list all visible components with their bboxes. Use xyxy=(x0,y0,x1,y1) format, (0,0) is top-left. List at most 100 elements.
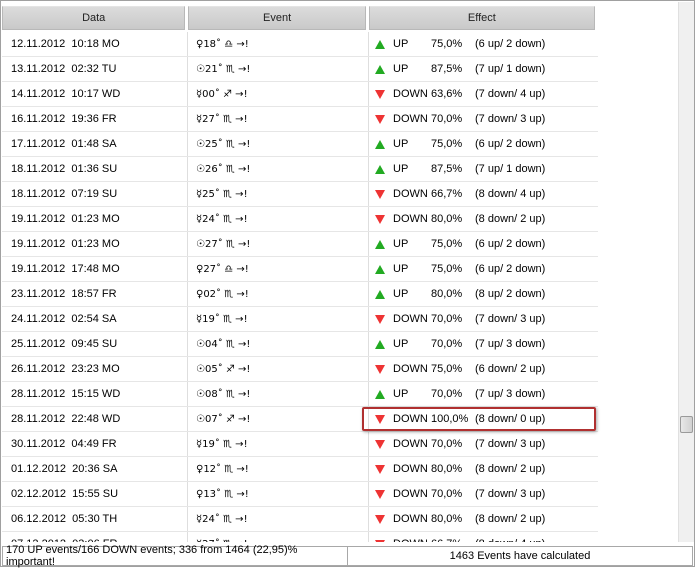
table-row[interactable]: 23.11.2012 18:57 FR ♀02˚ ♏ →! UP 80,0% (8 up… xyxy=(2,282,598,307)
date-cell: 02.12.2012 15:55 SU xyxy=(2,482,188,506)
event-cell: ☿24˚ ♏ →! xyxy=(188,207,369,231)
effect-percent: 66,7% xyxy=(431,188,463,200)
date-cell: 19.11.2012 01:23 MO xyxy=(2,207,188,231)
effect-detail: (6 down/ 2 up) xyxy=(475,363,546,375)
date-cell: 13.11.2012 02:32 TU xyxy=(2,57,188,81)
table-row[interactable]: 14.11.2012 10:17 WD ☿00˚ ♐ →! DOWN 63,6% (7 … xyxy=(2,82,598,107)
effect-cell: DOWN 70,0% (7 down/ 3 up) xyxy=(369,307,598,331)
event-cell: ♀12˚ ♏ →! xyxy=(188,457,369,481)
effect-cell: UP 87,5% (7 up/ 1 down) xyxy=(369,157,598,181)
effect-cell: DOWN 63,6% (7 down/ 4 up) xyxy=(369,82,598,106)
date-cell: 18.11.2012 07:19 SU xyxy=(2,182,188,206)
event-cell: ☿27˚ ♏ →! xyxy=(188,107,369,131)
table-row[interactable]: 18.11.2012 07:19 SU ☿25˚ ♏ →! DOWN 66,7% (8 … xyxy=(2,182,598,207)
arrow-up-icon xyxy=(375,164,385,174)
effect-cell: UP 75,0% (6 up/ 2 down) xyxy=(369,232,598,256)
effect-cell: DOWN 80,0% (8 down/ 2 up) xyxy=(369,457,598,481)
table-row[interactable]: 19.11.2012 01:23 MO ☿24˚ ♏ →! DOWN 80,0% (8 … xyxy=(2,207,598,232)
effect-percent: 80,0% xyxy=(431,513,463,525)
date-cell: 30.11.2012 04:49 FR xyxy=(2,432,188,456)
table-row[interactable]: 30.11.2012 04:49 FR ☿19˚ ♏ →! DOWN 70,0% (7 … xyxy=(2,432,598,457)
table-row[interactable]: 17.11.2012 01:48 SA ☉25˚ ♏ →! UP 75,0% (6 up… xyxy=(2,132,598,157)
effect-cell: UP 75,0% (6 up/ 2 down) xyxy=(369,132,598,156)
effect-percent: 75,0% xyxy=(431,238,463,250)
effect-direction: UP xyxy=(393,163,409,175)
date-cell: 06.12.2012 05:30 TH xyxy=(2,507,188,531)
effect-detail: (7 down/ 3 up) xyxy=(475,438,546,450)
arrow-up-icon xyxy=(375,64,385,74)
table-row[interactable]: 06.12.2012 05:30 TH ☿24˚ ♏ →! DOWN 80,0% (8 … xyxy=(2,507,598,532)
table-row[interactable]: 02.12.2012 15:55 SU ♀13˚ ♏ →! DOWN 70,0% (7 … xyxy=(2,482,598,507)
column-header-data[interactable]: Data xyxy=(2,6,186,30)
table-row[interactable]: 18.11.2012 01:36 SU ☉26˚ ♏ →! UP 87,5% (7 up… xyxy=(2,157,598,182)
effect-direction: UP xyxy=(393,138,409,150)
arrow-down-icon xyxy=(375,539,385,542)
effect-direction: UP xyxy=(393,388,409,400)
effect-detail: (8 down/ 4 up) xyxy=(475,538,545,542)
arrow-down-icon xyxy=(375,489,385,499)
arrow-up-icon xyxy=(375,289,385,299)
effect-cell: DOWN66,7%(8 down/ 4 up) xyxy=(369,532,598,542)
event-cell: ☉04˚ ♏ →! xyxy=(188,332,369,356)
effect-percent: 80,0% xyxy=(431,213,463,225)
effect-direction: DOWN xyxy=(393,113,428,125)
effect-detail: (7 down/ 3 up) xyxy=(475,113,546,125)
effect-cell: UP 70,0% (7 up/ 3 down) xyxy=(369,382,598,406)
effect-cell: DOWN 70,0% (7 down/ 3 up) xyxy=(369,482,598,506)
grid-rows: 12.11.2012 10:18 MO ♀18˚ ♎ →! UP 75,0% (6 up… xyxy=(2,32,598,542)
effect-detail: (8 down/ 4 up) xyxy=(475,188,546,200)
event-cell: ☿19˚ ♏ →! xyxy=(188,307,369,331)
effect-cell: DOWN 75,0% (6 down/ 2 up) xyxy=(369,357,598,381)
date-cell: 26.11.2012 23:23 MO xyxy=(2,357,188,381)
event-cell: ☿27˚ ♏ →! xyxy=(188,532,369,542)
arrow-down-icon xyxy=(375,364,385,374)
table-row[interactable]: 16.11.2012 19:36 FR ☿27˚ ♏ →! DOWN 70,0% (7 … xyxy=(2,107,598,132)
table-row[interactable]: 28.11.2012 22:48 WD ☉07˚ ♐ →! DOWN 100,0% (8… xyxy=(2,407,598,432)
status-summary: 170 UP events/166 DOWN events; 336 from … xyxy=(2,544,348,568)
table-row[interactable]: 25.11.2012 09:45 SU ☉04˚ ♏ →! UP 70,0% (7 up… xyxy=(2,332,598,357)
event-cell: ☿24˚ ♏ →! xyxy=(188,507,369,531)
effect-direction: DOWN xyxy=(393,538,431,542)
table-row[interactable]: 26.11.2012 23:23 MO ☉05˚ ♐ →! DOWN 75,0% (6 … xyxy=(2,357,598,382)
table-row[interactable]: 19.11.2012 01:23 MO ☉27˚ ♏ →! UP 75,0% (6 up… xyxy=(2,232,598,257)
column-header-effect[interactable]: Effect xyxy=(368,6,595,30)
effect-direction: DOWN xyxy=(393,88,428,100)
event-cell: ☉26˚ ♏ →! xyxy=(188,157,369,181)
table-row[interactable]: 01.12.2012 20:36 SA ♀12˚ ♏ →! DOWN 80,0% (8 … xyxy=(2,457,598,482)
arrow-up-icon xyxy=(375,389,385,399)
effect-cell: UP 87,5% (7 up/ 1 down) xyxy=(369,57,598,81)
column-header-event[interactable]: Event xyxy=(188,6,366,30)
arrow-down-icon xyxy=(375,514,385,524)
table-row[interactable]: 07.12.2012 03:06 FR☿27˚ ♏ →!DOWN66,7%(8 … xyxy=(2,532,598,542)
effect-detail: (8 down/ 2 up) xyxy=(475,213,546,225)
effect-detail: (8 down/ 2 up) xyxy=(475,463,546,475)
date-cell: 07.12.2012 03:06 FR xyxy=(2,532,188,542)
effect-direction: DOWN xyxy=(393,213,428,225)
effect-percent: 100,0% xyxy=(431,413,469,425)
effect-percent: 80,0% xyxy=(431,288,463,300)
effect-percent: 70,0% xyxy=(431,388,463,400)
arrow-down-icon xyxy=(375,89,385,99)
events-grid: Data Event Effect 12.11.2012 10:18 MO ♀18… xyxy=(2,2,677,542)
effect-cell: UP 70,0% (7 up/ 3 down) xyxy=(369,332,598,356)
effect-direction: DOWN xyxy=(393,413,428,425)
effect-direction: UP xyxy=(393,238,409,250)
effect-direction: UP xyxy=(393,63,409,75)
arrow-up-icon xyxy=(375,264,385,274)
table-row[interactable]: 12.11.2012 10:18 MO ♀18˚ ♎ →! UP 75,0% (6 up… xyxy=(2,32,598,57)
table-row[interactable]: 28.11.2012 15:15 WD ☉08˚ ♏ →! UP 70,0% (7 up… xyxy=(2,382,598,407)
effect-detail: (7 up/ 3 down) xyxy=(475,388,546,400)
effect-direction: UP xyxy=(393,263,409,275)
effect-cell: UP 75,0% (6 up/ 2 down) xyxy=(369,32,598,56)
scrollbar-thumb[interactable] xyxy=(680,416,693,433)
effect-detail: (8 down/ 0 up) xyxy=(475,413,546,425)
date-cell: 18.11.2012 01:36 SU xyxy=(2,157,188,181)
event-cell: ☉07˚ ♐ →! xyxy=(188,407,369,431)
event-cell: ♀02˚ ♏ →! xyxy=(188,282,369,306)
event-cell: ♀13˚ ♏ →! xyxy=(188,482,369,506)
table-row[interactable]: 19.11.2012 17:48 MO ♀27˚ ♎ →! UP 75,0% (6 up… xyxy=(2,257,598,282)
table-row[interactable]: 24.11.2012 02:54 SA ☿19˚ ♏ →! DOWN 70,0% (7 … xyxy=(2,307,598,332)
table-row[interactable]: 13.11.2012 02:32 TU ☉21˚ ♏ →! UP 87,5% (7 up… xyxy=(2,57,598,82)
vertical-scrollbar[interactable] xyxy=(678,2,694,542)
effect-percent: 70,0% xyxy=(431,438,463,450)
